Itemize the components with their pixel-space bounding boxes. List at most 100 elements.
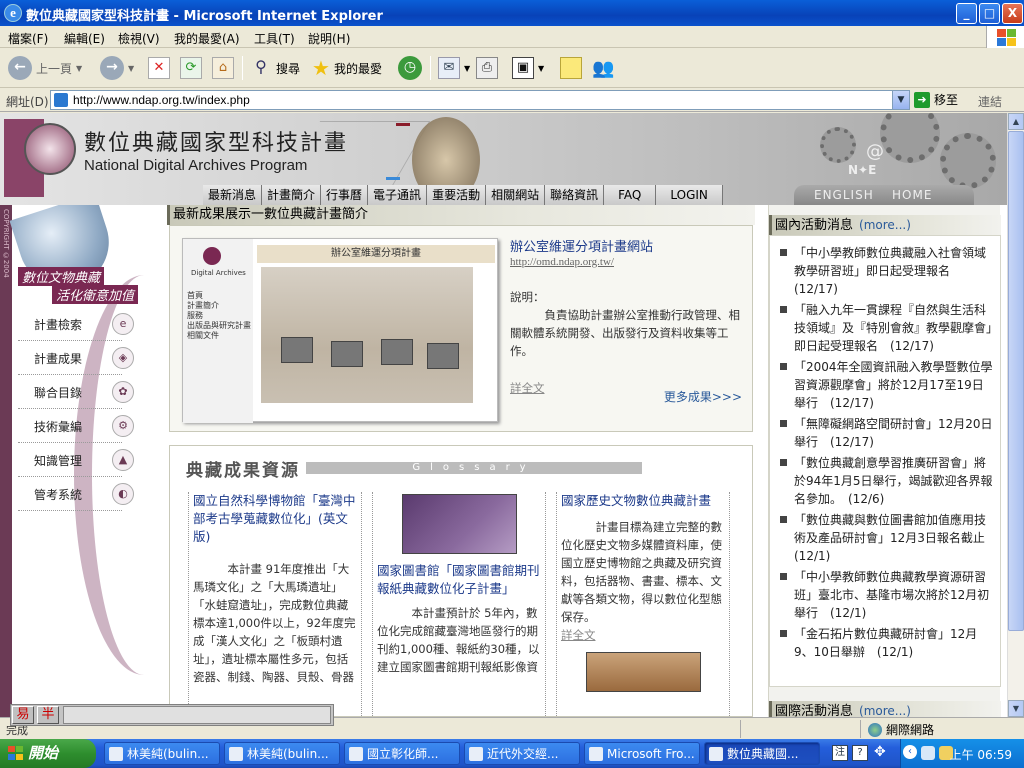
list-item[interactable]: 「2004年全國資訊融入教學暨數位學習資源觀摩會」將於12月17至19日舉行 (…	[780, 358, 994, 412]
address-input[interactable]: http://www.ndap.org.tw/index.php ▼	[50, 90, 910, 110]
task-button-4[interactable]: 近代外交經...	[464, 742, 580, 765]
glossary-1-title[interactable]: 國立自然科學博物館「臺灣中部考古學蒐藏數位化」(英文版)	[193, 492, 357, 546]
nav-newsletter[interactable]: 電子通訊	[368, 185, 428, 205]
left-menu-control[interactable]: 管考系統	[18, 481, 122, 511]
task-button-6[interactable]: 數位典藏國...	[704, 742, 820, 765]
nav-calendar[interactable]: 行事曆	[321, 185, 369, 205]
menu-favorites[interactable]: 我的最愛(A)	[174, 30, 240, 47]
list-item[interactable]: 「數位典藏創意學習推廣研習會」將於94年1月5日舉行，竭誠歡迎各界報名參加。 (…	[780, 454, 994, 508]
scroll-up-icon[interactable]: ▲	[1008, 113, 1024, 130]
bullet-icon	[780, 630, 787, 637]
nav-links[interactable]: 相關網站	[486, 185, 546, 205]
nav-events[interactable]: 重要活動	[427, 185, 487, 205]
gear-icon	[820, 127, 856, 163]
page-icon	[54, 93, 68, 107]
bullet-icon	[780, 363, 787, 370]
glossary-3-more-link[interactable]: 詳全文	[561, 626, 725, 644]
minimize-button[interactable]: _	[956, 3, 977, 24]
go-button[interactable]: ➜ 移至	[914, 91, 958, 108]
decor-marker	[396, 123, 410, 126]
artifact-image[interactable]	[585, 652, 701, 692]
newspaper-archive-image[interactable]	[401, 494, 517, 554]
latest-title-link[interactable]: 辦公室維運分項計畫網站	[510, 236, 653, 255]
scroll-thumb[interactable]	[1008, 131, 1024, 631]
nav-faq[interactable]: FAQ	[604, 185, 657, 205]
ime-mode-button[interactable]: 易	[12, 706, 34, 724]
task-button-5[interactable]: Microsoft Fro...	[584, 742, 700, 765]
home-button[interactable]: ⌂	[212, 54, 234, 82]
nav-news[interactable]: 最新消息	[203, 185, 263, 205]
print-button[interactable]: ⎙	[476, 54, 498, 82]
list-item[interactable]: 「金石拓片數位典藏研討會」12月9、10日舉辦 (12/1)	[780, 625, 994, 661]
tray-chevron-icon[interactable]: ‹	[903, 745, 917, 759]
list-item[interactable]: 「中小學教師數位典藏融入社會領域教學研習班」即日起受理報名 (12/17)	[780, 244, 994, 298]
links-button[interactable]: 連結	[978, 93, 1002, 110]
task-button-2[interactable]: 林美純(bulin...	[224, 742, 340, 765]
tray-expand-icon[interactable]: ✥	[874, 744, 886, 760]
nav-login[interactable]: LOGIN	[656, 185, 723, 205]
control-icon: ◐	[112, 483, 134, 505]
list-item[interactable]: 「融入九年一貫課程『自然與生活科技領域』及『特別會敘』教學觀摩會」即日起受理報名…	[780, 301, 994, 355]
nav-contact[interactable]: 聯絡資訊	[545, 185, 605, 205]
vertical-scrollbar[interactable]: ▲ ▼	[1007, 113, 1024, 717]
menu-edit[interactable]: 編輯(E)	[64, 30, 105, 47]
search-button[interactable]: ⚲ 搜尋	[250, 54, 300, 82]
forward-arrow-icon: →	[100, 56, 124, 80]
address-bar: 網址(D) http://www.ndap.org.tw/index.php ▼…	[0, 88, 1024, 112]
latest-description: 說明： 負責協助計畫辦公室推動行政管理、相關軟體系統開發、出版發行及資料收集等工…	[510, 290, 740, 358]
note-icon	[560, 57, 582, 79]
start-button[interactable]: 開始	[0, 739, 96, 768]
office-photo	[261, 267, 473, 403]
bullet-icon	[780, 459, 787, 466]
help-tray-icon[interactable]: ?	[852, 745, 868, 761]
list-item[interactable]: 「中小學教師數位典藏教學資源研習班」臺北市、基隆市場次將於12月初舉行 (12/…	[780, 568, 994, 622]
task-button-3[interactable]: 國立彰化師...	[344, 742, 460, 765]
discuss-button[interactable]	[560, 54, 582, 82]
edit-button[interactable]: ▣ ▼	[512, 54, 544, 82]
ime-width-button[interactable]: 半	[37, 706, 59, 724]
messenger-button[interactable]: 👥	[592, 54, 614, 82]
back-button[interactable]: ← 上一頁 ▼	[8, 54, 82, 82]
home-link[interactable]: HOME	[892, 185, 932, 205]
list-item[interactable]: 「數位典藏與數位圖書館加值應用技術及產品研討會」12月3日報名截止 (12/1)	[780, 511, 997, 565]
left-menu-search[interactable]: 計畫檢索	[18, 311, 122, 341]
glossary-2-title[interactable]: 國家圖書館「國家圖書館期刊報紙典藏數位化子計畫」	[377, 562, 541, 598]
list-item[interactable]: 「無障礙網路空間研討會」12月20日舉行 (12/17)	[780, 415, 994, 451]
site-screenshot-thumb[interactable]: Digital Archives 首頁 計畫簡介 服務 出版品與研究計畫 相關文…	[182, 238, 498, 423]
domestic-news-more-link[interactable]: (more...)	[859, 218, 911, 232]
menu-tools[interactable]: 工具(T)	[254, 30, 295, 47]
glossary-3-title[interactable]: 國家歷史文物數位典藏計畫	[561, 492, 725, 510]
history-button[interactable]: ◷	[398, 54, 422, 82]
menu-file[interactable]: 檔案(F)	[8, 30, 48, 47]
left-menu-knowledge[interactable]: 知識管理	[18, 447, 122, 477]
latest-url-link[interactable]: http://omd.ndap.org.tw/	[510, 256, 614, 268]
clock[interactable]: 上午 06:59	[950, 746, 1012, 763]
network-icon[interactable]	[921, 746, 935, 760]
gear-icon	[940, 133, 996, 189]
chevron-down-icon: ▼	[464, 63, 471, 73]
ime-tray-icon[interactable]: 注	[832, 745, 848, 761]
stop-button[interactable]: ✕	[148, 54, 170, 82]
main-nav: 最新消息 計畫簡介 行事曆 電子通訊 重要活動 相關網站 聯絡資訊 FAQ LO…	[203, 185, 723, 205]
task-button-1[interactable]: 林美純(bulin...	[104, 742, 220, 765]
menu-help[interactable]: 說明(H)	[308, 30, 350, 47]
more-results-link[interactable]: 更多成果>>>	[664, 388, 742, 405]
star-icon: ★	[312, 56, 330, 80]
mail-button[interactable]: ✉ ▼	[438, 54, 470, 82]
english-link[interactable]: ENGLISH	[814, 185, 874, 205]
international-news-more-link[interactable]: (more...)	[859, 704, 911, 717]
bullet-icon	[780, 420, 787, 427]
latest-full-text-link[interactable]: 詳全文	[510, 380, 545, 396]
nav-about[interactable]: 計畫簡介	[262, 185, 322, 205]
left-menu-catalog[interactable]: 聯合目錄	[18, 379, 122, 409]
forward-button[interactable]: → ▼	[100, 54, 134, 82]
left-menu-tech[interactable]: 技術彙編	[18, 413, 122, 443]
refresh-button[interactable]: ⟳	[180, 54, 202, 82]
menu-view[interactable]: 檢視(V)	[118, 30, 160, 47]
close-button[interactable]: X	[1002, 3, 1023, 24]
scroll-down-icon[interactable]: ▼	[1008, 700, 1024, 717]
favorites-button[interactable]: ★ 我的最愛	[312, 54, 382, 82]
maximize-button[interactable]: □	[979, 3, 1000, 24]
left-menu-results[interactable]: 計畫成果	[18, 345, 122, 375]
address-dropdown-icon[interactable]: ▼	[892, 91, 909, 109]
